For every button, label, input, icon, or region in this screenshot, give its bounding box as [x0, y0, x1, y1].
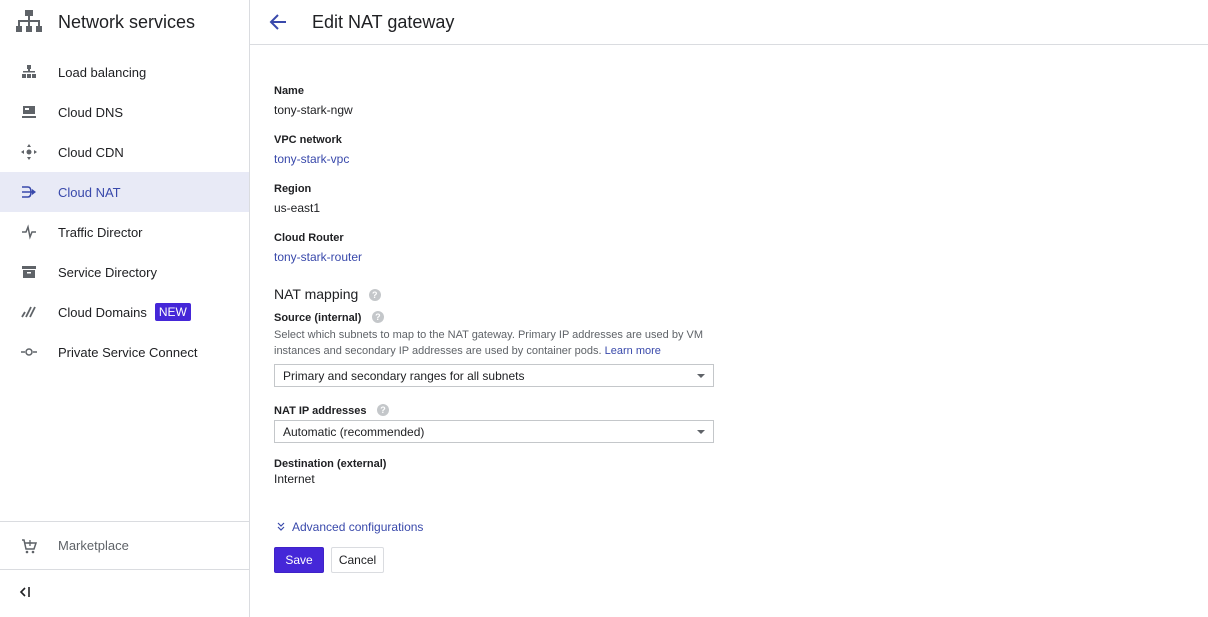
nat-ip-label: NAT IP addresses	[274, 405, 367, 417]
dropdown-arrow-icon	[697, 429, 705, 434]
private-service-connect-icon	[0, 347, 58, 357]
sidebar-item-cloud-dns[interactable]: Cloud DNS	[0, 92, 249, 132]
expand-more-icon	[276, 522, 292, 532]
help-icon[interactable]: ?	[368, 288, 381, 301]
main-content: Edit NAT gateway Name tony-stark-ngw VPC…	[250, 0, 1208, 617]
field-region: Region us-east1	[274, 183, 1208, 215]
sidebar-item-cloud-domains[interactable]: Cloud Domains NEW	[0, 292, 249, 332]
nat-mapping-section: NAT mapping ?	[274, 286, 1208, 304]
router-label: Cloud Router	[274, 232, 344, 244]
sidebar-item-label: Cloud DNS	[58, 104, 124, 120]
field-destination: Destination (external) Internet	[274, 458, 1208, 486]
sidebar: Network services Load balancing Cloud DN…	[0, 0, 250, 617]
sidebar-item-load-balancing[interactable]: Load balancing	[0, 52, 249, 92]
field-name: Name tony-stark-ngw	[274, 85, 1208, 117]
nat-icon	[0, 184, 58, 200]
sidebar-item-label: Cloud CDN	[58, 144, 124, 160]
arrow-back-icon	[269, 14, 286, 30]
nat-mapping-title: NAT mapping	[274, 286, 359, 302]
sidebar-item-cloud-cdn[interactable]: Cloud CDN	[0, 132, 249, 172]
source-select[interactable]: Primary and secondary ranges for all sub…	[274, 364, 714, 387]
new-badge: NEW	[154, 303, 191, 321]
advanced-configurations-label: Advanced configurations	[292, 520, 424, 534]
cdn-icon	[0, 144, 58, 160]
collapse-icon	[18, 585, 32, 603]
dns-icon	[0, 105, 58, 119]
marketplace-label: Marketplace	[58, 538, 129, 553]
learn-more-link[interactable]: Learn more	[605, 345, 661, 357]
source-description: Select which subnets to map to the NAT g…	[274, 327, 714, 359]
field-vpc: VPC network tony-stark-vpc	[274, 134, 1208, 166]
network-services-icon	[0, 10, 58, 34]
sidebar-item-label: Cloud NAT	[58, 184, 121, 200]
help-icon[interactable]: ?	[371, 310, 384, 323]
sidebar-item-label: Private Service Connect	[58, 344, 198, 360]
page-title: Edit NAT gateway	[312, 11, 455, 32]
field-router: Cloud Router tony-stark-router	[274, 232, 1208, 264]
back-button[interactable]	[250, 14, 306, 30]
service-directory-icon	[0, 265, 58, 279]
region-label: Region	[274, 183, 312, 195]
sidebar-item-service-directory[interactable]: Service Directory	[0, 252, 249, 292]
collapse-sidebar-button[interactable]	[0, 569, 249, 617]
router-link[interactable]: tony-stark-router	[274, 250, 1208, 264]
source-label: Source (internal)	[274, 312, 362, 324]
traffic-director-icon	[0, 224, 58, 240]
sidebar-item-label: Cloud Domains	[58, 304, 147, 320]
source-select-value: Primary and secondary ranges for all sub…	[283, 368, 525, 383]
sidebar-item-traffic-director[interactable]: Traffic Director	[0, 212, 249, 252]
nat-ip-select[interactable]: Automatic (recommended)	[274, 420, 714, 443]
sidebar-title: Network services	[58, 11, 196, 32]
cart-icon	[0, 538, 58, 554]
vpc-label: VPC network	[274, 134, 342, 146]
save-button[interactable]: Save	[274, 547, 324, 573]
nat-ip-select-value: Automatic (recommended)	[283, 424, 425, 439]
page-header: Edit NAT gateway	[250, 0, 1208, 45]
destination-value: Internet	[274, 472, 315, 486]
domains-icon	[0, 306, 58, 318]
load-balancing-icon	[0, 65, 58, 79]
sidebar-header: Network services	[0, 0, 249, 44]
sidebar-item-label: Load balancing	[58, 64, 147, 80]
name-label: Name	[274, 85, 304, 97]
cancel-button[interactable]: Cancel	[331, 547, 384, 573]
sidebar-item-label: Traffic Director	[58, 224, 143, 240]
sidebar-item-private-service-connect[interactable]: Private Service Connect	[0, 332, 249, 372]
sidebar-item-marketplace[interactable]: Marketplace	[0, 521, 249, 569]
sidebar-item-label: Service Directory	[58, 264, 157, 280]
advanced-configurations-toggle[interactable]: Advanced configurations	[274, 520, 1208, 534]
destination-label: Destination (external)	[274, 458, 387, 470]
name-value: tony-stark-ngw	[274, 103, 353, 117]
dropdown-arrow-icon	[697, 373, 705, 378]
region-value: us-east1	[274, 201, 321, 215]
sidebar-item-cloud-nat[interactable]: Cloud NAT	[0, 172, 249, 212]
help-icon[interactable]: ?	[376, 403, 389, 416]
vpc-link[interactable]: tony-stark-vpc	[274, 152, 1208, 166]
form-actions: Save Cancel	[274, 547, 1208, 573]
